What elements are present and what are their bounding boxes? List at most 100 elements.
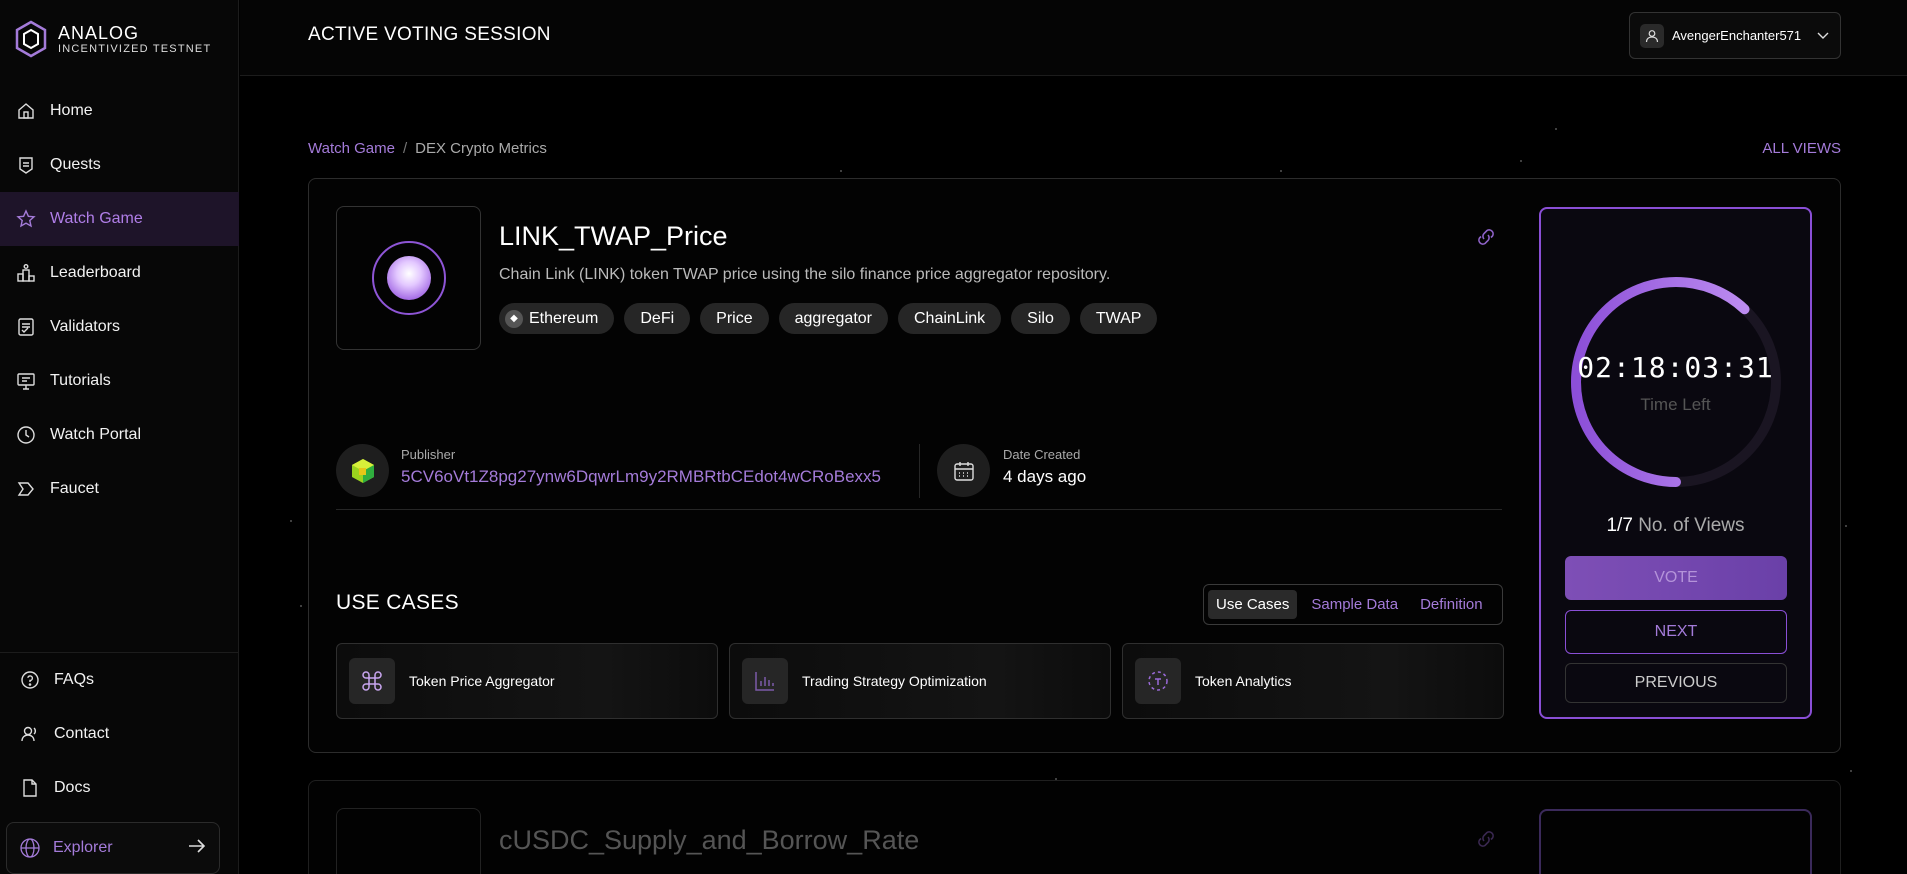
faucet-icon xyxy=(17,482,34,496)
date-created-value: 4 days ago xyxy=(1003,467,1087,486)
countdown-label: Time Left xyxy=(1640,395,1711,414)
star-icon xyxy=(16,209,36,228)
sidebar-item-tutorials[interactable]: Tutorials xyxy=(0,354,239,408)
use-cases-heading: USE CASES xyxy=(336,591,459,614)
leaderboard-icon xyxy=(17,264,35,282)
breadcrumb: Watch Game / DEX Crypto Metrics xyxy=(308,140,547,157)
username: AvengerEnchanter571 xyxy=(1672,28,1802,43)
use-cases-tabs: Use Cases Sample Data Definition xyxy=(1203,584,1503,625)
link-icon[interactable] xyxy=(1474,827,1498,856)
tag-ethereum[interactable]: ◆ Ethereum xyxy=(499,303,615,334)
sidebar-item-watch-portal[interactable]: Watch Portal xyxy=(0,408,239,462)
question-icon xyxy=(21,671,39,689)
sidebar-item-faqs[interactable]: FAQs xyxy=(0,653,239,707)
user-menu-button[interactable]: AvengerEnchanter571 xyxy=(1629,12,1841,59)
tag-twap[interactable]: TWAP xyxy=(1079,303,1158,334)
publisher-label: Publisher xyxy=(401,447,456,462)
orb-icon xyxy=(371,241,446,315)
sidebar-item-validators[interactable]: Validators xyxy=(0,300,239,354)
breadcrumb-separator: / xyxy=(402,140,408,157)
tag-aggregator[interactable]: aggregator xyxy=(778,303,888,334)
tutorials-icon xyxy=(17,373,35,390)
voting-panel: 02:18:03:31 Time Left 1/7 No. of Views V… xyxy=(1539,207,1812,719)
globe-icon xyxy=(20,838,40,858)
bar-chart-icon xyxy=(742,658,788,704)
use-case-label: Trading Strategy Optimization xyxy=(802,673,987,689)
sidebar-item-contact[interactable]: Contact xyxy=(0,707,239,761)
sidebar-item-watch-game[interactable]: Watch Game xyxy=(0,192,239,246)
tag-chainlink[interactable]: ChainLink xyxy=(898,303,1002,334)
view-thumbnail xyxy=(336,206,481,350)
quests-icon xyxy=(19,157,33,174)
all-views-link[interactable]: ALL VIEWS xyxy=(1762,140,1841,157)
metadata-divider xyxy=(919,444,920,498)
next-view-card: cUSDC_Supply_and_Borrow_Rate xyxy=(308,780,1841,874)
page-title: ACTIVE VOTING SESSION xyxy=(308,24,551,45)
contact-icon xyxy=(21,726,36,742)
view-card: LINK_TWAP_Price Chain Link (LINK) token … xyxy=(308,178,1841,753)
calendar-icon xyxy=(937,444,990,497)
sidebar-item-label: Docs xyxy=(54,779,91,796)
countdown-time: 02:18:03:31 xyxy=(1577,351,1774,384)
explorer-button[interactable]: Explorer xyxy=(6,822,220,874)
voting-panel xyxy=(1539,809,1812,874)
tag-silo[interactable]: Silo xyxy=(1011,303,1070,334)
sidebar-item-label: Leaderboard xyxy=(50,264,141,281)
publisher-avatar-icon xyxy=(336,444,389,497)
tag-label: Ethereum xyxy=(529,309,599,327)
sidebar-item-faucet[interactable]: Faucet xyxy=(0,462,239,516)
sidebar-item-docs[interactable]: Docs xyxy=(0,761,239,815)
tab-definition[interactable]: Definition xyxy=(1412,590,1491,619)
logo-title: ANALOG xyxy=(58,22,140,43)
use-case-list: Token Price Aggregator Trading Strategy … xyxy=(336,643,1504,719)
logo[interactable]: ANALOG INCENTIVIZED TESTNET xyxy=(14,20,211,58)
use-case-card[interactable]: Trading Strategy Optimization xyxy=(729,643,1111,719)
use-case-card[interactable]: Token Analytics xyxy=(1122,643,1504,719)
sidebar-bottom-nav: FAQs Contact Docs xyxy=(0,652,239,815)
tag-list: ◆ Ethereum DeFi Price aggregator ChainLi… xyxy=(499,303,1158,334)
link-icon[interactable] xyxy=(1474,225,1498,254)
views-counter: 1/7 No. of Views xyxy=(1541,515,1810,537)
validators-icon xyxy=(18,318,34,336)
publisher-address[interactable]: 5CV6oVt1Z8pg27ynw6DqwrLm9y2RMBRtbCEdot4w… xyxy=(401,467,881,487)
tab-sample-data[interactable]: Sample Data xyxy=(1303,590,1406,619)
breadcrumb-current: DEX Crypto Metrics xyxy=(415,140,547,157)
home-icon xyxy=(18,103,34,119)
top-header: ACTIVE VOTING SESSION AvengerEnchanter57… xyxy=(240,0,1907,76)
vote-button[interactable]: VOTE xyxy=(1565,556,1787,600)
next-button[interactable]: NEXT xyxy=(1565,610,1787,654)
breadcrumb-watch-game[interactable]: Watch Game xyxy=(308,140,395,157)
sidebar-item-leaderboard[interactable]: Leaderboard xyxy=(0,246,239,300)
chevron-down-icon xyxy=(1816,28,1830,43)
command-icon xyxy=(349,658,395,704)
arrow-right-icon xyxy=(187,838,207,859)
previous-button[interactable]: PREVIOUS xyxy=(1565,663,1787,703)
sidebar-item-label: FAQs xyxy=(54,671,95,688)
logo-subtitle: INCENTIVIZED TESTNET xyxy=(58,42,212,55)
use-case-label: Token Price Aggregator xyxy=(409,673,555,689)
sidebar-item-label: Quests xyxy=(50,156,101,173)
tag-price[interactable]: Price xyxy=(700,303,769,334)
sidebar: ANALOG INCENTIVIZED TESTNET Home Quests … xyxy=(0,0,239,874)
sidebar-item-label: Home xyxy=(50,102,93,119)
sidebar-item-label: Watch Game xyxy=(50,210,143,227)
sidebar-item-home[interactable]: Home xyxy=(0,84,239,138)
sidebar-item-quests[interactable]: Quests xyxy=(0,138,239,192)
sidebar-item-label: Watch Portal xyxy=(50,426,141,443)
sidebar-item-label: Faucet xyxy=(50,480,99,497)
view-title: cUSDC_Supply_and_Borrow_Rate xyxy=(499,825,920,855)
use-case-card[interactable]: Token Price Aggregator xyxy=(336,643,718,719)
view-title: LINK_TWAP_Price xyxy=(499,221,728,251)
views-label: No. of Views xyxy=(1638,515,1745,536)
date-created-label: Date Created xyxy=(1003,447,1081,462)
view-description: Chain Link (LINK) token TWAP price using… xyxy=(499,266,1111,283)
sidebar-item-label: Tutorials xyxy=(50,372,111,389)
sidebar-item-label: Validators xyxy=(50,318,120,335)
docs-icon xyxy=(23,779,37,797)
tag-defi[interactable]: DeFi xyxy=(624,303,691,334)
view-thumbnail xyxy=(336,808,481,874)
use-case-label: Token Analytics xyxy=(1195,673,1292,689)
user-icon xyxy=(1640,23,1664,48)
sidebar-nav: Home Quests Watch Game Leaderboard Valid… xyxy=(0,84,239,516)
tab-use-cases[interactable]: Use Cases xyxy=(1208,590,1298,619)
